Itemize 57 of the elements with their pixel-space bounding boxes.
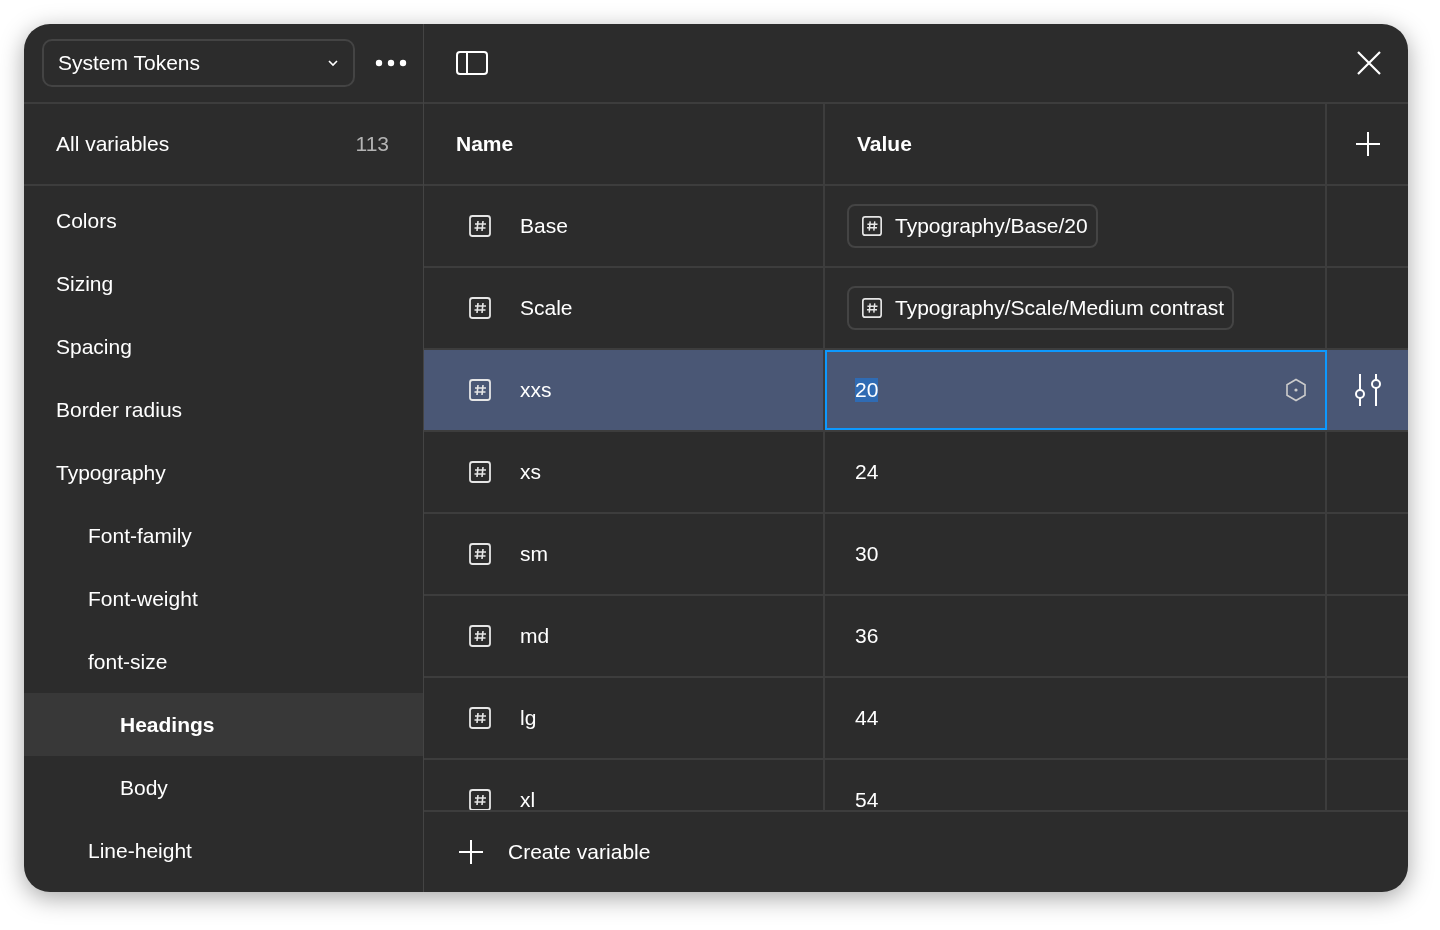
alias-chip[interactable]: Typography/Base/20 <box>847 204 1098 248</box>
hash-icon <box>468 542 492 566</box>
hexagon-icon[interactable] <box>1285 378 1307 402</box>
hash-icon <box>468 296 492 320</box>
all-variables-item[interactable]: All variables 113 <box>24 104 423 186</box>
hash-icon <box>468 788 492 810</box>
hash-icon <box>861 215 883 237</box>
sidebar-item[interactable]: Line-height <box>24 819 423 882</box>
create-variable-button[interactable]: Create variable <box>458 839 651 865</box>
column-header: Name <box>456 132 514 156</box>
variable-row[interactable]: lg 44 <box>424 678 1408 760</box>
variable-value: 44 <box>855 706 879 730</box>
sidebar-item[interactable]: Sizing <box>24 252 423 315</box>
variable-row[interactable]: xs 24 <box>424 432 1408 514</box>
close-icon[interactable] <box>1356 50 1382 76</box>
variable-row[interactable]: md 36 <box>424 596 1408 678</box>
hash-icon <box>861 297 883 319</box>
collection-dropdown[interactable]: System Tokens <box>42 39 355 87</box>
sidebar-item[interactable]: Typography <box>24 441 423 504</box>
variable-value: 24 <box>855 460 879 484</box>
variable-name: Scale <box>520 296 573 320</box>
sidebar-item[interactable]: Body <box>24 756 423 819</box>
sidebar-item[interactable]: Font-weight <box>24 567 423 630</box>
sidebar-item[interactable]: Headings <box>24 693 423 756</box>
variable-row[interactable]: xl 54 <box>424 760 1408 810</box>
variable-value: 54 <box>855 788 879 810</box>
variable-row[interactable]: Base Typography/Base/20 <box>424 186 1408 268</box>
value-input[interactable]: 20 <box>855 378 879 402</box>
variable-value: 30 <box>855 542 879 566</box>
hash-icon <box>468 624 492 648</box>
variable-name: xl <box>520 788 536 810</box>
variable-name: md <box>520 624 550 648</box>
sidebar-toggle-icon[interactable] <box>456 51 488 75</box>
column-header: Value <box>857 132 912 156</box>
sidebar-item[interactable]: Border radius <box>24 378 423 441</box>
variable-row[interactable]: xxs 20 <box>424 350 1408 432</box>
variable-name: Base <box>520 214 568 238</box>
chevron-down-icon <box>327 59 339 67</box>
alias-chip[interactable]: Typography/Scale/Medium contrast <box>847 286 1235 330</box>
variable-name: xs <box>520 460 541 484</box>
add-icon[interactable] <box>1354 131 1381 157</box>
variable-name: lg <box>520 706 537 730</box>
all-variables-label: All variables <box>56 132 170 156</box>
hash-icon <box>468 706 492 730</box>
hash-icon <box>468 460 492 484</box>
sidebar-item[interactable]: font-size <box>24 630 423 693</box>
sidebar-item[interactable]: Font-family <box>24 504 423 567</box>
hash-icon <box>468 214 492 238</box>
plus-icon <box>458 839 484 865</box>
variable-name: sm <box>520 542 548 566</box>
variable-count: 113 <box>355 132 389 156</box>
sidebar-item[interactable]: Colors <box>24 189 423 252</box>
variable-name: xxs <box>520 378 552 402</box>
hash-icon <box>468 378 492 402</box>
sidebar-item[interactable]: Spacing <box>24 315 423 378</box>
variable-row[interactable]: sm 30 <box>424 514 1408 596</box>
variable-value: 36 <box>855 624 879 648</box>
